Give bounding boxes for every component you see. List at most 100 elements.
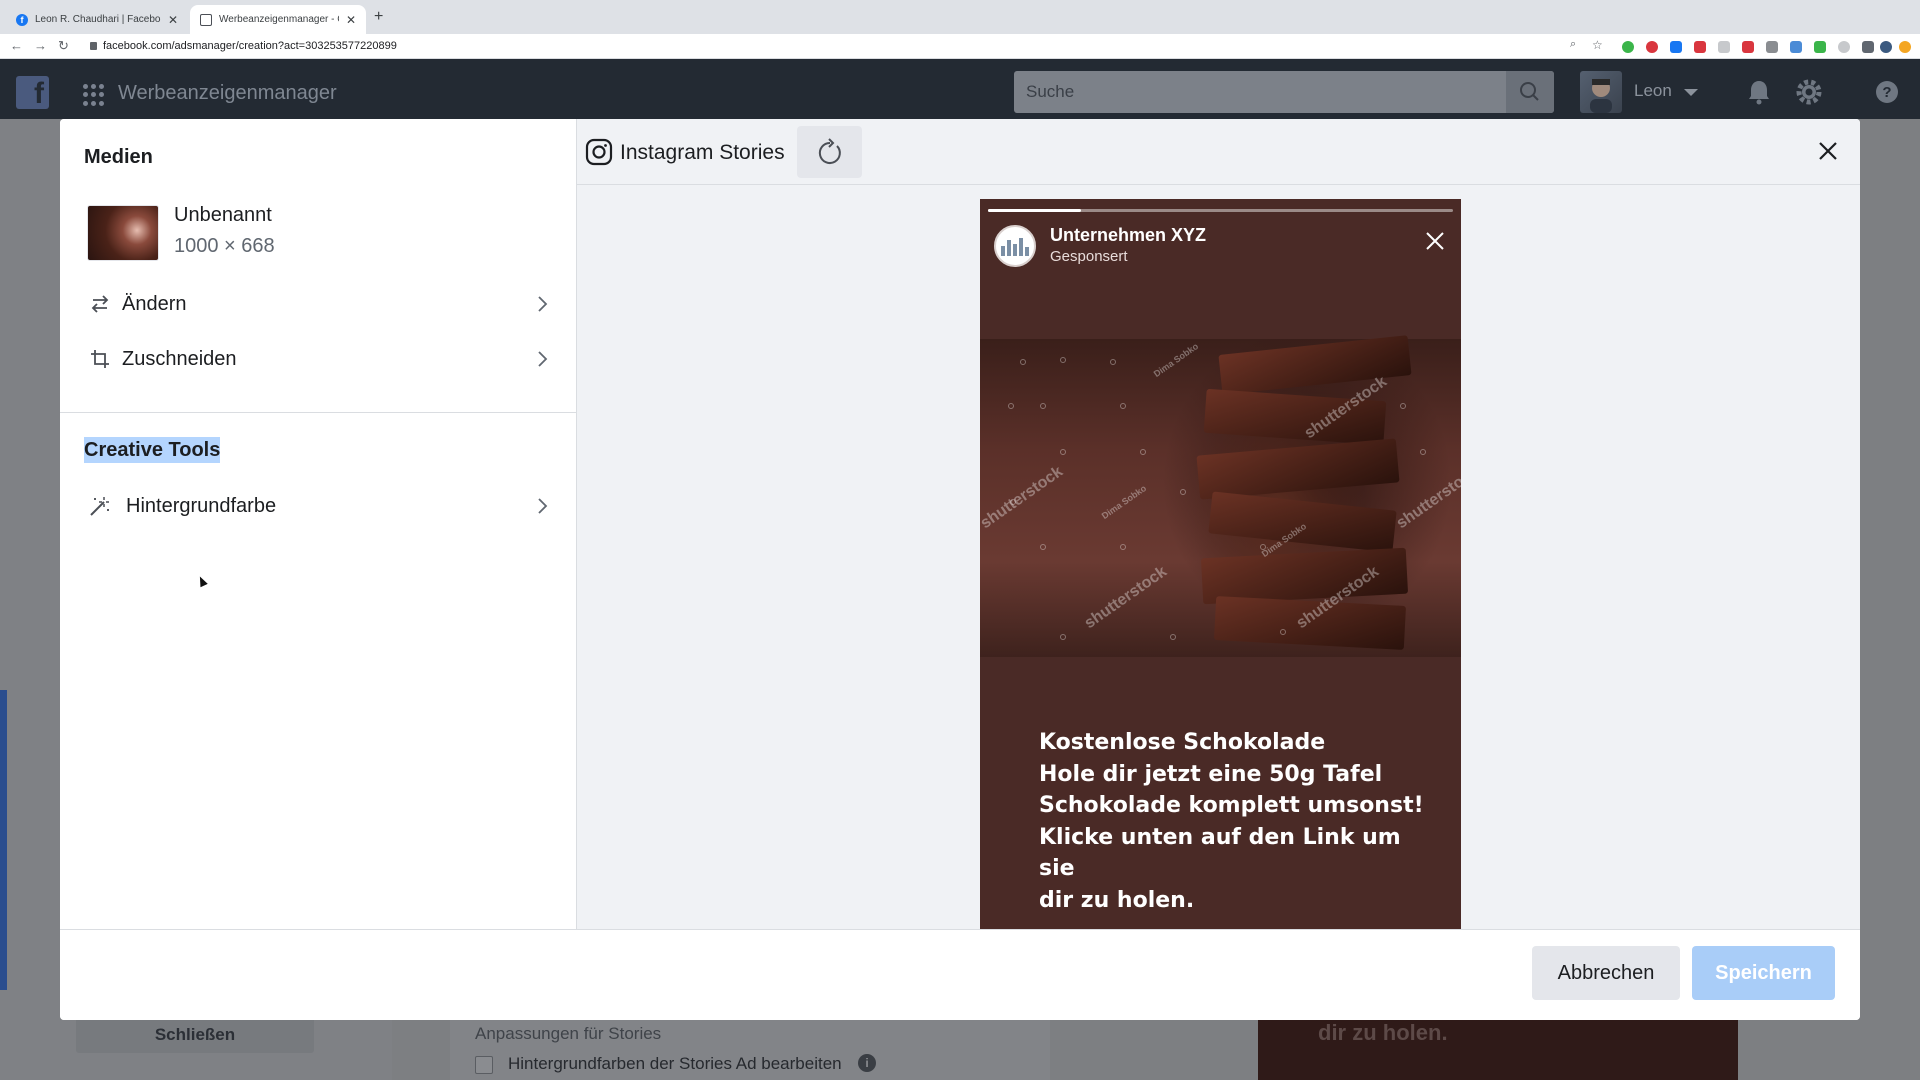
app-grid-icon[interactable] xyxy=(83,84,105,106)
close-tab-icon[interactable]: ✕ xyxy=(346,13,356,27)
crop-media-label: Zuschneiden xyxy=(122,347,237,370)
close-icon[interactable] xyxy=(1423,229,1447,253)
url-text: facebook.com/adsmanager/creation?act=303… xyxy=(103,40,397,52)
url-field[interactable]: facebook.com/adsmanager/creation?act=303… xyxy=(90,40,397,52)
reload-icon[interactable]: ↻ xyxy=(58,38,69,54)
extension-icon[interactable] xyxy=(1766,41,1778,53)
background-section-title: Anpassungen für Stories xyxy=(475,1024,662,1043)
media-thumbnail xyxy=(87,205,159,261)
address-bar: ← → ↻ facebook.com/adsmanager/creation?a… xyxy=(0,34,1920,59)
media-name: Unbenannt xyxy=(174,204,272,226)
cancel-button[interactable]: Abbrechen xyxy=(1532,946,1680,1000)
facebook-logo-icon[interactable]: f xyxy=(16,76,49,109)
app-title[interactable]: Werbeanzeigenmanager xyxy=(118,82,337,105)
change-media-row[interactable]: Ändern xyxy=(84,283,552,325)
media-panel: Medien Unbenannt 1000 × 668 Ändern Zusch… xyxy=(60,119,577,929)
info-icon: i xyxy=(858,1054,876,1072)
adsmanager-favicon-icon xyxy=(200,13,212,26)
extensions-menu-icon[interactable] xyxy=(1862,41,1874,53)
story-preview: Unternehmen XYZ Gesponsert shutterstock … xyxy=(980,199,1461,929)
tab-title: Leon R. Chaudhari | Facebook xyxy=(35,14,161,25)
story-text-line: Kostenlose Schokolade xyxy=(1039,730,1326,755)
change-media-label: Ändern xyxy=(122,292,187,315)
browser-tab-facebook[interactable]: f Leon R. Chaudhari | Facebook ✕ xyxy=(6,5,188,34)
placement-title: Instagram Stories xyxy=(620,141,785,164)
story-progress-bar xyxy=(988,209,1453,212)
watermark-text: shutterstock xyxy=(1393,463,1461,533)
watermark-text: shutterstock xyxy=(1081,563,1170,633)
lock-icon xyxy=(90,42,97,50)
extension-icon[interactable] xyxy=(1742,41,1754,53)
browser-tab-adsmanager[interactable]: Werbeanzeigenmanager - Cre ✕ xyxy=(190,5,366,34)
brand-name: Unternehmen XYZ xyxy=(1050,225,1207,245)
browser-tab-bar: f Leon R. Chaudhari | Facebook ✕ Werbean… xyxy=(0,0,1920,34)
media-edit-modal: Medien Unbenannt 1000 × 668 Ändern Zusch… xyxy=(60,119,1860,1020)
chevron-down-icon[interactable] xyxy=(1684,89,1698,96)
avatar[interactable] xyxy=(1580,71,1622,113)
help-icon[interactable]: ? xyxy=(1872,77,1902,107)
crop-media-row[interactable]: Zuschneiden xyxy=(84,338,552,380)
extension-facebook-icon[interactable] xyxy=(1670,41,1682,53)
profile-avatar-icon[interactable] xyxy=(1880,41,1892,53)
search-input[interactable] xyxy=(1014,71,1504,113)
close-icon[interactable] xyxy=(1814,137,1842,165)
search-button[interactable] xyxy=(1506,71,1554,113)
media-size: 1000 × 668 xyxy=(174,235,275,257)
facebook-favicon-icon: f xyxy=(16,13,28,26)
extension-icon[interactable] xyxy=(1646,41,1658,53)
swap-icon xyxy=(86,290,114,318)
instagram-icon xyxy=(585,138,613,166)
background-checkbox-label: Hintergrundfarben der Stories Ad bearbei… xyxy=(508,1054,842,1073)
watermark-text: Dima Sobko xyxy=(1099,482,1149,522)
user-name[interactable]: Leon xyxy=(1634,81,1672,101)
preview-panel: Instagram Stories Unternehmen XYZ Gespon… xyxy=(577,119,1860,929)
extension-icon[interactable] xyxy=(1814,41,1826,53)
chocolate-ad-image: shutterstock shutterstock shutterstock s… xyxy=(980,335,1461,657)
tab-title: Werbeanzeigenmanager - Cre xyxy=(219,14,339,25)
chevron-right-icon xyxy=(538,296,548,312)
extension-icon[interactable] xyxy=(1790,41,1802,53)
back-icon[interactable]: ← xyxy=(10,38,23,53)
brand-avatar xyxy=(994,225,1036,267)
background-active-indicator xyxy=(0,690,7,990)
extension-icon[interactable] xyxy=(1718,41,1730,53)
section-divider xyxy=(60,412,577,413)
creative-tools-title: Creative Tools xyxy=(84,437,221,463)
background-checkbox xyxy=(475,1056,493,1074)
story-text-line: dir zu holen. xyxy=(1039,887,1195,913)
refresh-icon xyxy=(818,138,841,164)
search-box xyxy=(1014,71,1554,113)
background-story-preview: dir zu holen. xyxy=(1258,1014,1738,1080)
search-icon xyxy=(1520,82,1539,101)
update-icon[interactable] xyxy=(1899,41,1911,53)
refresh-button[interactable] xyxy=(797,126,862,178)
extension-icon[interactable] xyxy=(1694,41,1706,53)
story-text-line: Klicke unten auf den Link um sie xyxy=(1039,824,1401,882)
bell-icon[interactable] xyxy=(1744,77,1774,107)
background-color-row[interactable]: Hintergrundfarbe xyxy=(84,485,552,527)
chevron-right-icon xyxy=(538,498,548,514)
svg-text:?: ? xyxy=(1882,84,1891,101)
media-title: Medien xyxy=(84,146,153,168)
save-button[interactable]: Speichern xyxy=(1692,946,1835,1000)
extension-icon[interactable] xyxy=(1838,41,1850,53)
crop-icon xyxy=(86,345,114,373)
magic-wand-icon xyxy=(86,492,114,520)
story-text-line: Hole dir jetzt eine 50g Tafel xyxy=(1039,761,1383,787)
extension-icon[interactable] xyxy=(1622,41,1634,53)
close-tab-icon[interactable]: ✕ xyxy=(168,13,178,27)
bookmark-star-icon[interactable]: ☆ xyxy=(1592,38,1603,52)
chevron-right-icon xyxy=(538,351,548,367)
sponsored-label: Gesponsert xyxy=(1050,248,1128,265)
background-color-label: Hintergrundfarbe xyxy=(126,494,277,517)
new-tab-button[interactable]: + xyxy=(374,8,383,26)
story-text-line: Schokolade komplett umsonst! xyxy=(1039,793,1424,818)
forward-icon[interactable]: → xyxy=(34,38,47,53)
zoom-icon[interactable]: ⌕ xyxy=(1570,38,1576,51)
gear-icon[interactable] xyxy=(1794,77,1824,107)
fb-top-nav: f Werbeanzeigenmanager Leon ? xyxy=(0,59,1920,119)
background-story-text: dir zu holen. xyxy=(1318,1020,1448,1045)
background-close-button: Schließen xyxy=(76,1017,314,1053)
preview-header: Instagram Stories xyxy=(577,119,1860,185)
watermark-text: Dima Sobko xyxy=(1151,340,1201,380)
